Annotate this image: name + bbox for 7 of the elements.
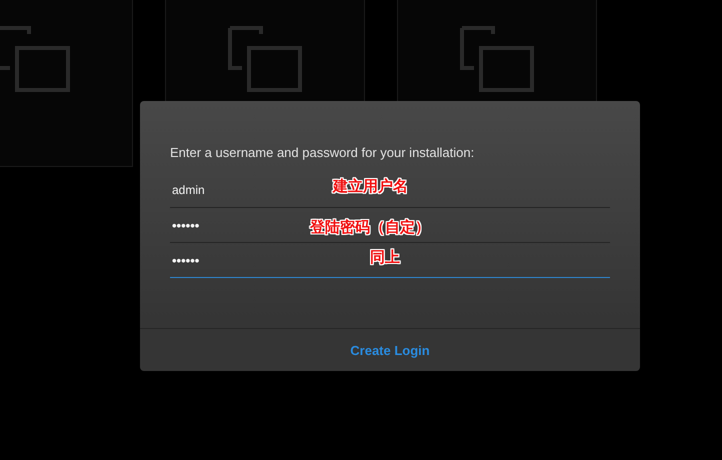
copy-icon (0, 26, 70, 92)
dialog-prompt: Enter a username and password for your installation: (170, 145, 476, 160)
annotation-text: 登陆密码（自定） (310, 220, 430, 235)
annotation-text: 建立用户名 (333, 179, 408, 194)
copy-icon (228, 26, 302, 92)
annotation-text: 同上 (370, 250, 400, 265)
copy-icon (460, 26, 534, 92)
